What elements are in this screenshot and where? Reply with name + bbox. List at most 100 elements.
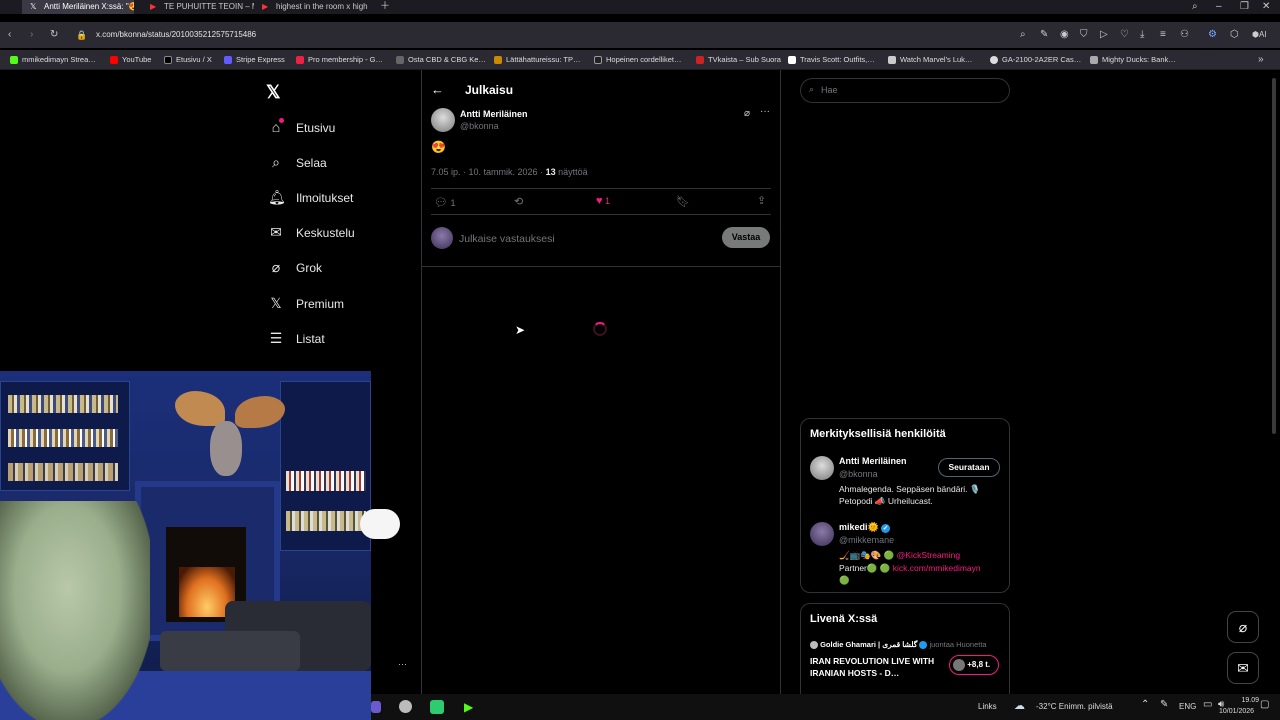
author-name[interactable]: Antti Meriläinen — [460, 109, 528, 119]
x-logo-icon[interactable]: 𝕏 — [266, 82, 281, 103]
back-arrow-icon[interactable]: ← — [431, 82, 444, 97]
bookmark[interactable]: mmikedimayn Strea… — [10, 53, 96, 67]
app-icon[interactable] — [399, 700, 412, 713]
forward-icon[interactable]: › — [30, 29, 33, 41]
live-room-title[interactable]: IRAN REVOLUTION LIVE WITH IRANIAN HOSTS … — [810, 655, 940, 679]
messages-float-button[interactable]: ✉ — [1227, 652, 1259, 684]
reply-input[interactable]: Julkaise vastauksesi — [459, 233, 709, 245]
share-icon[interactable]: ⇪ — [757, 194, 766, 207]
ai-icon[interactable]: ⬢AI — [1252, 29, 1267, 41]
person-name[interactable]: mikedi🌞 ✓ — [839, 522, 891, 533]
pen-icon[interactable]: ✎ — [1160, 699, 1168, 710]
live-host[interactable]: Goldie Ghamari | گلشا قمری juontaa Huone… — [810, 640, 987, 650]
repost-icon[interactable]: ⟲ — [514, 195, 523, 208]
back-icon[interactable]: ‹ — [8, 29, 11, 41]
card-title: Merkityksellisiä henkilöitä — [810, 428, 946, 440]
kick-icon[interactable]: ▶ — [464, 700, 473, 714]
tab-3[interactable]: ▶ highest in the room x high… — [254, 0, 368, 14]
books — [8, 463, 118, 481]
heart-icon[interactable]: ♡ — [1120, 29, 1129, 41]
my-avatar[interactable] — [431, 227, 453, 249]
shield-icon[interactable]: ⛉ — [1080, 29, 1088, 41]
new-tab-icon[interactable]: ＋ — [380, 1, 390, 13]
bookmark[interactable]: Etusivu / X — [164, 53, 212, 67]
bookmark[interactable]: Travis Scott: Outfits,… — [788, 53, 875, 67]
list-icon: ☰ — [269, 330, 283, 346]
bookmark-icon[interactable]: 🔖︎ — [676, 195, 690, 208]
restore-icon[interactable]: ❐ — [1240, 1, 1249, 13]
grok-icon[interactable]: ⌀ — [744, 108, 750, 119]
scrollbar[interactable] — [1272, 78, 1276, 434]
books — [286, 511, 366, 531]
casio-icon — [990, 56, 998, 64]
search-input[interactable]: Hae — [821, 85, 838, 95]
weather-text[interactable]: -32°C Enimm. pilvistä — [1036, 702, 1113, 712]
person-name[interactable]: Antti Meriläinen — [839, 456, 907, 466]
minimize-icon[interactable]: – — [1216, 1, 1222, 13]
listeners-badge[interactable]: +8,8 t. — [949, 655, 999, 675]
grok-float-button[interactable]: ⌀ — [1227, 611, 1259, 643]
play-icon[interactable]: ▷ — [1100, 29, 1108, 41]
bookmark[interactable]: GA-2100-2A2ER Cas… — [990, 53, 1081, 67]
disney-icon — [1090, 56, 1098, 64]
disney-icon — [888, 56, 896, 64]
search-box[interactable]: ⌕ Hae — [800, 78, 1010, 103]
reply-submit-button[interactable]: Vastaa — [722, 227, 770, 248]
clock-date[interactable]: 10/01/2026 — [1219, 707, 1254, 717]
notification-icon[interactable]: ▢ — [1260, 699, 1269, 710]
bell-icon: 🔔︎ — [268, 189, 286, 205]
close-icon[interactable]: ✕ — [1262, 1, 1270, 13]
more-icon[interactable]: ··· — [760, 106, 770, 117]
bookmark[interactable]: Mighty Ducks: Bank… — [1090, 53, 1176, 67]
loading-spinner-icon — [593, 322, 607, 336]
language-indicator[interactable]: ENG — [1179, 702, 1196, 712]
avatar[interactable] — [810, 522, 834, 546]
tab-2[interactable]: ▶ TE PUHUITTE TEOIN – MIE… — [142, 0, 254, 14]
chevron-up-icon[interactable]: ⌃ — [1141, 699, 1149, 710]
views-count: 13 — [545, 167, 556, 177]
bookmark[interactable]: YouTube — [110, 53, 151, 67]
account-icon[interactable]: ⚇ — [1180, 29, 1189, 41]
like-button[interactable]: ♥ 1 — [596, 195, 610, 207]
cube-icon[interactable]: ⬡ — [1230, 29, 1239, 41]
bookmark[interactable]: Watch Marvel's Luk… — [888, 53, 972, 67]
download-icon[interactable]: ⤓ — [1140, 29, 1144, 41]
post-time[interactable]: 7.05 ip. · 10. tammik. 2026 · — [431, 167, 543, 177]
person-handle[interactable]: @mikkemane — [839, 535, 894, 545]
x-icon: 𝕏 — [270, 295, 282, 311]
network-icon[interactable]: ▭ — [1203, 699, 1212, 710]
tab-active[interactable]: 𝕏 Antti Meriläinen X:ssä: "😍" — [22, 0, 134, 14]
youtube-icon — [110, 56, 118, 64]
relevant-people-card: Merkityksellisiä henkilöitä Antti Merilä… — [800, 418, 1010, 593]
chevron-right-icon[interactable]: » — [1258, 54, 1264, 66]
more-icon[interactable]: ··· — [398, 659, 407, 669]
zoom-icon[interactable]: ⌕ — [1020, 29, 1026, 41]
reload-icon[interactable]: ↻ — [50, 29, 58, 41]
bookmark[interactable]: Stripe Express — [224, 53, 285, 67]
clock-time[interactable]: 19.09 — [1229, 696, 1259, 706]
extension-icon[interactable]: ⚙ — [1208, 29, 1217, 41]
app-icon[interactable] — [430, 700, 444, 714]
camera-icon[interactable]: ◉ — [1060, 29, 1069, 41]
edit-icon[interactable]: ✎ — [1040, 29, 1048, 41]
page-title: Julkaisu — [465, 83, 514, 97]
avatar[interactable] — [431, 108, 455, 132]
author-handle[interactable]: @bkonna — [460, 121, 499, 131]
envelope-icon: ✉ — [270, 224, 282, 240]
links-toolbar[interactable]: Links — [978, 702, 997, 712]
menu-icon[interactable]: ≡ — [1160, 29, 1166, 41]
bio-link[interactable]: kick.com/mmikedimayn — [893, 563, 981, 573]
following-button[interactable]: Seurataan — [938, 458, 1000, 477]
bookmark[interactable]: TVkaista – Sub Suora — [696, 53, 781, 67]
avatar[interactable] — [810, 456, 834, 480]
app-icon[interactable] — [371, 701, 381, 713]
bookmark[interactable]: Hopeinen cordelliket… — [594, 53, 681, 67]
search-tabs-icon[interactable]: ⌕ — [1192, 1, 1198, 13]
person-handle[interactable]: @bkonna — [839, 469, 878, 479]
bio-link[interactable]: @KickStreaming — [897, 550, 960, 560]
reply-button[interactable]: 💬︎ 1 — [434, 196, 456, 209]
bookmark[interactable]: Pro membership - G… — [296, 53, 383, 67]
bookmark[interactable]: Osta CBD & CBG Ke… — [396, 53, 486, 67]
bookmark[interactable]: Lättähattureissu: TP… — [494, 53, 580, 67]
address-field[interactable]: x.com/bkonna/status/2010035212575715486 — [96, 30, 256, 40]
